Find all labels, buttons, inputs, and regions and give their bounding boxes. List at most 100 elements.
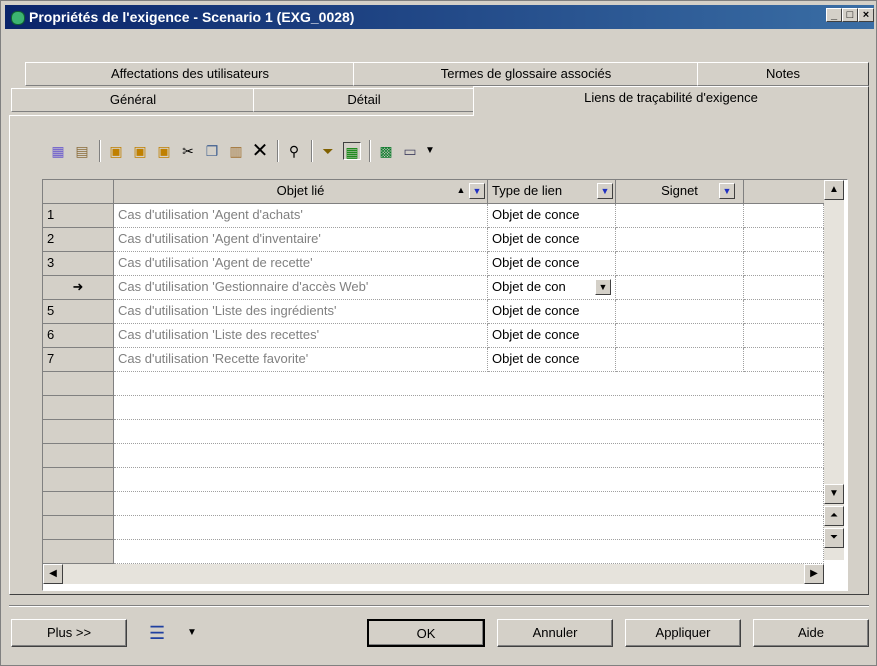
delete-icon[interactable]: ✕ [251,141,269,161]
empty-row-header[interactable] [43,540,114,564]
tab-notes[interactable]: Notes [697,62,869,86]
tab-affectations[interactable]: Affectations des utilisateurs [25,62,355,86]
link-type-cell[interactable]: Objet de conce [488,300,616,324]
scroll-top-icon[interactable]: ⏶ [824,506,844,526]
cut-icon[interactable]: ✂ [179,142,197,160]
help-button[interactable]: Aide [753,619,869,647]
row-number[interactable]: 2 [43,228,114,252]
row-number[interactable]: 6 [43,324,114,348]
empty-cell [744,276,824,300]
horizontal-scrollbar[interactable]: ◀ ▶ [43,564,824,584]
linked-objects-grid: Objet lié ▲ ▼ Type de lien ▼ Signet ▼ 1 … [42,179,848,591]
bookmark-cell[interactable] [616,324,744,348]
empty-row[interactable] [114,468,824,492]
ok-button[interactable]: OK [367,619,485,647]
empty-row[interactable] [114,492,824,516]
empty-cell [744,300,824,324]
paste-icon[interactable]: ▥ [227,142,245,160]
cancel-button[interactable]: Annuler [497,619,613,647]
grid-toolbar: ▦ ▤ ▣ ▣ ▣ ✂ ❐ ▥ ✕ ⚲ ⏷ ▦ ▩ ▭ ▼ [41,138,641,166]
object-cell[interactable]: Cas d'utilisation 'Liste des recettes' [114,324,488,348]
row-number[interactable]: 5 [43,300,114,324]
link-type-cell[interactable]: Objet de con ▼ [488,276,616,300]
sort-asc-icon[interactable]: ▲ [453,183,469,199]
bookmark-cell[interactable] [616,252,744,276]
copy-icon[interactable]: ❐ [203,142,221,160]
link-type-cell[interactable]: Objet de conce [488,324,616,348]
column-filter-icon[interactable]: ▼ [719,183,735,199]
tab-liens-tracabilite[interactable]: Liens de traçabilité d'exigence [473,86,869,116]
print-icon[interactable]: ▭ [401,142,419,160]
tab-glossaire[interactable]: Termes de glossaire associés [353,62,699,86]
column-filter-icon[interactable]: ▼ [597,183,613,199]
scroll-right-icon[interactable]: ▶ [804,564,824,584]
tab-general[interactable]: Général [11,88,255,112]
bookmark-cell[interactable] [616,276,744,300]
empty-row-header[interactable] [43,372,114,396]
bookmark-cell[interactable] [616,228,744,252]
scroll-bottom-icon[interactable]: ⏷ [824,528,844,548]
link-type-cell[interactable]: Objet de conce [488,204,616,228]
link-type-dropdown-button[interactable]: ▼ [595,279,611,295]
menu-dropdown-icon[interactable]: ▼ [187,621,201,645]
empty-row-header[interactable] [43,468,114,492]
excel-icon[interactable]: ▩ [377,142,395,160]
paragraph-icon[interactable]: ☰ [149,621,169,645]
bookmark-cell[interactable] [616,300,744,324]
properties-dialog: Propriétés de l'exigence - Scenario 1 (E… [0,0,877,666]
empty-row-header[interactable] [43,420,114,444]
row-number[interactable]: 7 [43,348,114,372]
link-type-cell[interactable]: Objet de conce [488,252,616,276]
empty-row-header[interactable] [43,492,114,516]
object-cell[interactable]: Cas d'utilisation 'Recette favorite' [114,348,488,372]
object-cell[interactable]: Cas d'utilisation 'Agent d'inventaire' [114,228,488,252]
scroll-down-icon[interactable]: ▼ [824,484,844,504]
properties-icon[interactable]: ▦ [49,142,67,160]
column-header-objet-lie[interactable]: Objet lié ▲ ▼ [114,180,488,204]
column-filter-icon[interactable]: ▼ [469,183,485,199]
filter-icon[interactable]: ⏷ [319,142,337,160]
minimize-button[interactable]: _ [826,8,842,22]
column-header-type-lien[interactable]: Type de lien ▼ [488,180,616,204]
object-cell[interactable]: Cas d'utilisation 'Liste des ingrédients… [114,300,488,324]
row-number[interactable]: 3 [43,252,114,276]
toolbar-separator [369,140,371,162]
more-button[interactable]: Plus >> [11,619,127,647]
empty-row[interactable] [114,372,824,396]
close-button[interactable]: × [858,8,874,22]
column-header-signet[interactable]: Signet ▼ [616,180,744,204]
open-icon[interactable]: ▤ [73,142,91,160]
tab-detail[interactable]: Détail [253,88,475,112]
create-object-icon[interactable]: ▣ [131,142,149,160]
scroll-up-icon[interactable]: ▲ [824,180,844,200]
empty-row-header[interactable] [43,516,114,540]
toolbar-separator [311,140,313,162]
object-cell[interactable]: Cas d'utilisation 'Gestionnaire d'accès … [114,276,488,300]
customize-columns-icon[interactable]: ▦ [343,142,361,160]
empty-row[interactable] [114,540,824,564]
bookmark-cell[interactable] [616,348,744,372]
empty-row-header[interactable] [43,396,114,420]
apply-button[interactable]: Appliquer [625,619,741,647]
object-cell[interactable]: Cas d'utilisation 'Agent de recette' [114,252,488,276]
vertical-scrollbar[interactable]: ▲ ▼ ⏶ ⏷ [824,180,844,560]
link-type-cell[interactable]: Objet de conce [488,228,616,252]
add-objects-icon[interactable]: ▣ [107,142,125,160]
empty-row[interactable] [114,444,824,468]
empty-row[interactable] [114,396,824,420]
bookmark-cell[interactable] [616,204,744,228]
empty-row-header[interactable] [43,444,114,468]
maximize-button[interactable]: □ [842,8,858,22]
empty-row[interactable] [114,420,824,444]
link-icon[interactable]: ▣ [155,142,173,160]
scroll-left-icon[interactable]: ◀ [43,564,63,584]
dropdown-arrow-icon[interactable]: ▼ [421,142,439,160]
link-type-cell[interactable]: Objet de conce [488,348,616,372]
row-number[interactable]: 1 [43,204,114,228]
find-icon[interactable]: ⚲ [285,142,303,160]
link-type-value: Objet de con [492,279,566,294]
current-row-arrow-icon[interactable]: ➜ [43,276,114,300]
column-header-empty [744,180,824,204]
empty-row[interactable] [114,516,824,540]
object-cell[interactable]: Cas d'utilisation 'Agent d'achats' [114,204,488,228]
